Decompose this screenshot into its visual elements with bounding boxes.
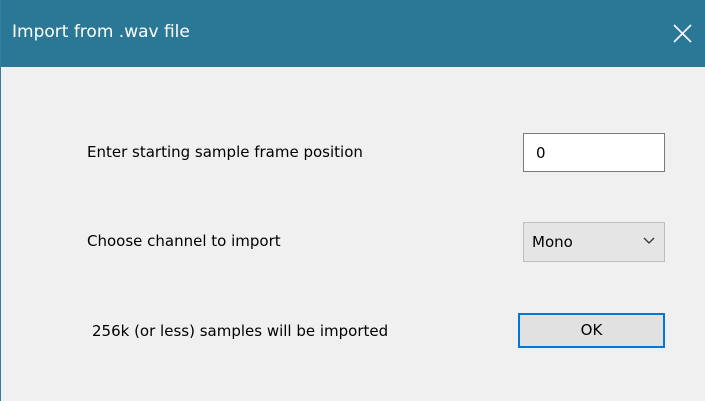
import-info-text: 256k (or less) samples will be imported [92,322,389,340]
import-dialog: Import from .wav file Enter starting sam… [0,0,705,401]
start-position-input[interactable] [523,133,665,172]
title-bar[interactable]: Import from .wav file [1,0,705,67]
close-button[interactable] [660,0,705,67]
close-icon [673,24,692,43]
channel-select[interactable]: Mono [523,222,665,262]
dialog-title: Import from .wav file [12,22,190,42]
dialog-content: Enter starting sample frame position Cho… [1,67,705,401]
ok-button[interactable]: OK [518,313,665,348]
chevron-down-icon [643,237,655,244]
start-position-label: Enter starting sample frame position [87,143,363,161]
channel-select-value: Mono [532,233,573,251]
channel-label: Choose channel to import [87,232,281,250]
